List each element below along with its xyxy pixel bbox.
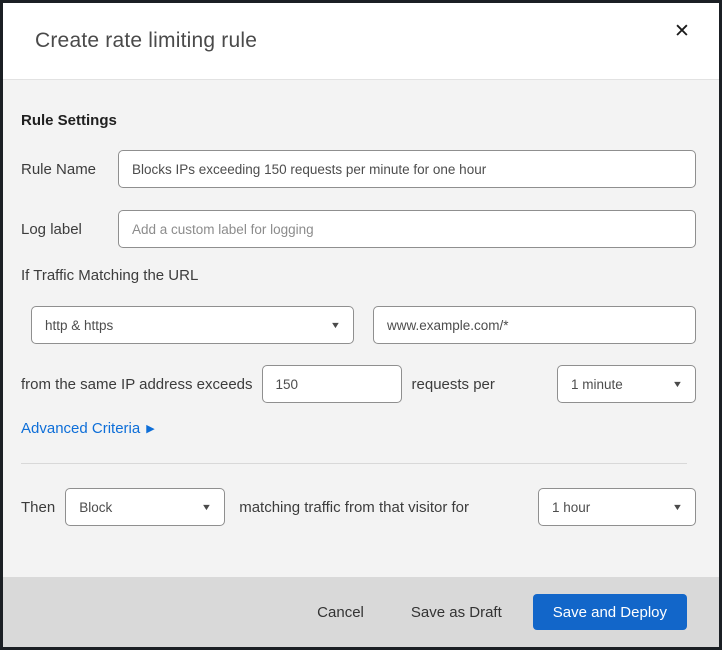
dialog-title: Create rate limiting rule: [35, 29, 258, 52]
action-select[interactable]: Block ▼: [65, 488, 226, 526]
section-divider: [21, 463, 687, 464]
chevron-down-icon: ▼: [201, 502, 213, 512]
advanced-criteria-label: Advanced Criteria: [21, 420, 141, 437]
dialog-body: Rule Settings Rule Name Log label If Tra…: [3, 80, 719, 577]
threshold-middle-text: requests per: [411, 375, 495, 393]
triangle-right-icon: ▶: [146, 423, 155, 435]
threshold-prefix-text: from the same IP address exceeds: [21, 375, 253, 393]
threshold-row: from the same IP address exceeds request…: [21, 365, 696, 403]
url-pattern-input[interactable]: [373, 306, 696, 344]
rule-settings-heading: Rule Settings: [21, 112, 117, 129]
save-and-deploy-button[interactable]: Save and Deploy: [532, 594, 687, 630]
chevron-down-icon: ▼: [329, 320, 342, 330]
scheme-select[interactable]: http & https ▼: [31, 306, 354, 344]
period-select[interactable]: 1 minute ▼: [557, 365, 696, 403]
action-prefix-text: Then: [21, 498, 56, 516]
cancel-button[interactable]: Cancel: [301, 596, 380, 629]
duration-select-value: 1 hour: [552, 499, 591, 515]
save-as-draft-button[interactable]: Save as Draft: [395, 596, 518, 629]
action-select-value: Block: [79, 499, 113, 515]
action-middle-text: matching traffic from that visitor for: [239, 498, 470, 516]
duration-select[interactable]: 1 hour ▼: [538, 488, 696, 526]
log-label-input[interactable]: [118, 210, 696, 248]
chevron-down-icon: ▼: [671, 379, 684, 389]
period-select-value: 1 minute: [571, 376, 623, 392]
advanced-criteria-link[interactable]: Advanced Criteria ▶: [21, 420, 155, 438]
action-row: Then Block ▼ matching traffic from that …: [21, 488, 696, 526]
url-match-row: http & https ▼: [31, 306, 696, 344]
log-label-label: Log label: [21, 220, 82, 238]
log-label-row: Log label: [21, 210, 696, 248]
dialog-footer: Cancel Save as Draft Save and Deploy: [3, 577, 719, 647]
traffic-match-label: If Traffic Matching the URL: [21, 267, 199, 284]
rule-name-label: Rule Name: [21, 160, 97, 178]
dialog-header: Create rate limiting rule ✕: [3, 3, 719, 80]
rule-name-input[interactable]: [118, 150, 696, 188]
chevron-down-icon: ▼: [671, 502, 684, 512]
close-icon[interactable]: ✕: [667, 17, 697, 47]
create-rate-limiting-rule-dialog: Create rate limiting rule ✕ Rule Setting…: [0, 0, 722, 650]
rule-name-row: Rule Name: [21, 150, 696, 188]
request-count-input[interactable]: [261, 365, 402, 403]
scheme-select-value: http & https: [45, 317, 114, 333]
